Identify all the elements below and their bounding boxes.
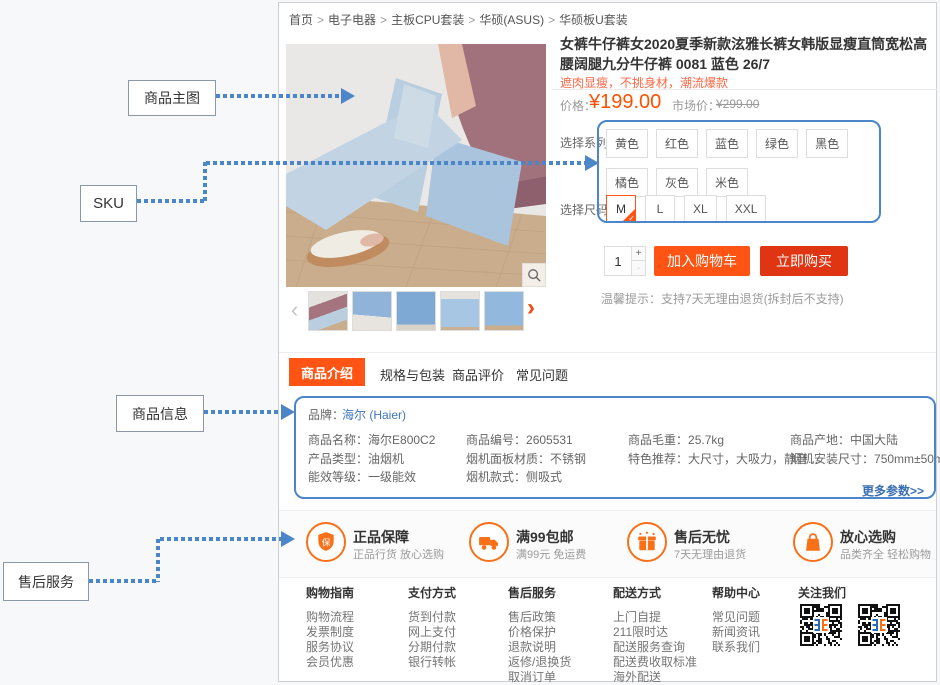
footer-column-title: 购物指南 <box>306 584 354 601</box>
svg-text:保: 保 <box>322 537 331 548</box>
footer-link[interactable]: 购物流程 <box>306 610 354 625</box>
footer-column: 支付方式 货到付款 网上支付 分期付款 银行转帐 <box>408 584 456 670</box>
footer-column-title: 关注我们 <box>798 584 846 601</box>
footer-column: 帮助中心 常见问题 新闻资讯 联系我们 <box>712 584 760 655</box>
breadcrumb-item[interactable]: 首页 <box>289 13 313 27</box>
dotted-arrow-line <box>206 161 586 165</box>
thumbnail[interactable] <box>352 291 392 331</box>
service-desc: 7天无理由退货 <box>674 546 746 562</box>
breadcrumb-item[interactable]: 主板CPU套装 <box>391 13 464 27</box>
footer-link[interactable]: 配送服务查询 <box>613 640 697 655</box>
footer-column-title: 支付方式 <box>408 584 456 601</box>
thumbnail[interactable] <box>440 291 480 331</box>
footer-link[interactable]: 上门自提 <box>613 610 697 625</box>
tab-product-intro[interactable]: 商品介绍 <box>289 358 365 386</box>
annotation-label-after-sales: 售后服务 <box>3 562 89 601</box>
footer-link[interactable]: 退款说明 <box>508 640 571 655</box>
dotted-arrow-line <box>89 579 157 583</box>
service-title: 满99包邮 <box>516 527 574 547</box>
gift-box-icon <box>627 522 667 562</box>
footer-link[interactable]: 发票制度 <box>306 625 354 640</box>
arrowhead <box>585 155 599 171</box>
bag-icon <box>793 522 833 562</box>
footer-link[interactable]: 配送费收取标准 <box>613 655 697 670</box>
footer-column: 购物指南 购物流程 发票制度 服务协议 会员优惠 <box>306 584 354 670</box>
breadcrumb-item[interactable]: 华硕(ASUS) <box>479 13 544 27</box>
breadcrumb-item[interactable]: 华硕板U套装 <box>559 13 628 27</box>
footer-column-title: 配送方式 <box>613 584 697 601</box>
product-info-highlight-outline <box>294 396 936 499</box>
thumbnail[interactable] <box>396 291 436 331</box>
breadcrumb-separator: > <box>468 13 475 27</box>
arrowhead <box>281 531 295 547</box>
footer-link[interactable]: 常见问题 <box>712 610 760 625</box>
tab-reviews[interactable]: 商品评价 <box>452 365 504 384</box>
footer-link[interactable]: 会员优惠 <box>306 655 354 670</box>
quantity-increase-button[interactable]: + <box>631 246 646 261</box>
next-thumbnail-button[interactable]: › <box>527 296 535 320</box>
footer-link[interactable]: 211限时达 <box>613 625 697 640</box>
arrowhead <box>341 88 355 104</box>
service-title: 售后无忧 <box>674 527 730 547</box>
dotted-arrow-line <box>204 410 282 414</box>
sku-highlight-outline <box>597 120 881 223</box>
service-title: 正品保障 <box>353 527 409 547</box>
footer-link[interactable]: 价格保护 <box>508 625 571 640</box>
breadcrumb-separator: > <box>548 13 555 27</box>
price-row <box>552 89 937 119</box>
tab-bar <box>279 352 936 392</box>
arrowhead <box>281 404 295 420</box>
breadcrumb-separator: > <box>380 13 387 27</box>
footer-column: 售后服务 售后政策 价格保护 退款说明 返修/退换货 取消订单 <box>508 584 571 685</box>
breadcrumb-item[interactable]: 电子电器 <box>328 13 376 27</box>
product-main-image[interactable] <box>286 44 546 287</box>
dotted-arrow-line <box>216 94 342 98</box>
add-to-cart-button[interactable]: 加入购物车 <box>654 246 750 276</box>
tab-spec-package[interactable]: 规格与包装 <box>380 365 445 384</box>
annotation-label-sku: SKU <box>80 185 137 222</box>
breadcrumb-separator: > <box>317 13 324 27</box>
footer-link[interactable]: 新闻资讯 <box>712 625 760 640</box>
footer-link[interactable]: 售后政策 <box>508 610 571 625</box>
quantity-input[interactable] <box>604 246 632 276</box>
footer-column-title: 售后服务 <box>508 584 571 601</box>
product-title: 女裤牛仔裤女2020夏季新款泫雅长裤女韩版显瘦直筒宽松高腰阔腿九分牛仔裤 008… <box>560 34 936 75</box>
buy-now-button[interactable]: 立即购买 <box>760 246 848 276</box>
prev-thumbnail-button[interactable]: ‹ <box>291 299 298 321</box>
footer-link[interactable]: 货到付款 <box>408 610 456 625</box>
service-desc: 正品行货 放心选购 <box>353 546 444 562</box>
tab-faq[interactable]: 常见问题 <box>516 365 568 384</box>
thumbnail[interactable] <box>484 291 524 331</box>
annotation-label-product-info: 商品信息 <box>116 395 204 432</box>
service-desc: 品类齐全 轻松购物 <box>840 546 931 562</box>
annotation-label-main-image: 商品主图 <box>128 80 216 116</box>
footer-link[interactable]: 分期付款 <box>408 640 456 655</box>
zoom-button[interactable] <box>522 263 546 287</box>
footer-column-title: 帮助中心 <box>712 584 760 601</box>
footer-column: 配送方式 上门自提 211限时达 配送服务查询 配送费收取标准 海外配送 <box>613 584 697 685</box>
footer-link[interactable]: 服务协议 <box>306 640 354 655</box>
dotted-arrow-line <box>137 199 205 203</box>
magnifier-icon <box>527 268 542 283</box>
dotted-arrow-line <box>160 537 282 541</box>
service-desc: 满99元 免运费 <box>516 546 586 562</box>
shield-icon: 保 <box>306 522 346 562</box>
truck-icon <box>469 522 509 562</box>
footer-link[interactable]: 银行转帐 <box>408 655 456 670</box>
qr-code <box>798 602 844 648</box>
footer-link[interactable]: 联系我们 <box>712 640 760 655</box>
product-photo-illustration <box>286 44 546 287</box>
quantity-decrease-button[interactable]: - <box>631 260 646 276</box>
qr-code <box>856 602 902 648</box>
thumbnail[interactable] <box>308 291 348 331</box>
dotted-arrow-line <box>203 162 207 202</box>
footer-link[interactable]: 返修/退换货 <box>508 655 571 670</box>
purchase-tip: 温馨提示：支持7天无理由退货(拆封后不支持) <box>601 290 844 307</box>
dotted-arrow-line <box>156 539 160 582</box>
footer-link[interactable]: 取消订单 <box>508 670 571 685</box>
footer-link[interactable]: 网上支付 <box>408 625 456 640</box>
breadcrumb: 首页 > 电子电器 > 主板CPU套装 > 华硕(ASUS) > 华硕板U套装 <box>289 11 628 28</box>
service-title: 放心选购 <box>840 527 896 547</box>
footer-link[interactable]: 海外配送 <box>613 670 697 685</box>
